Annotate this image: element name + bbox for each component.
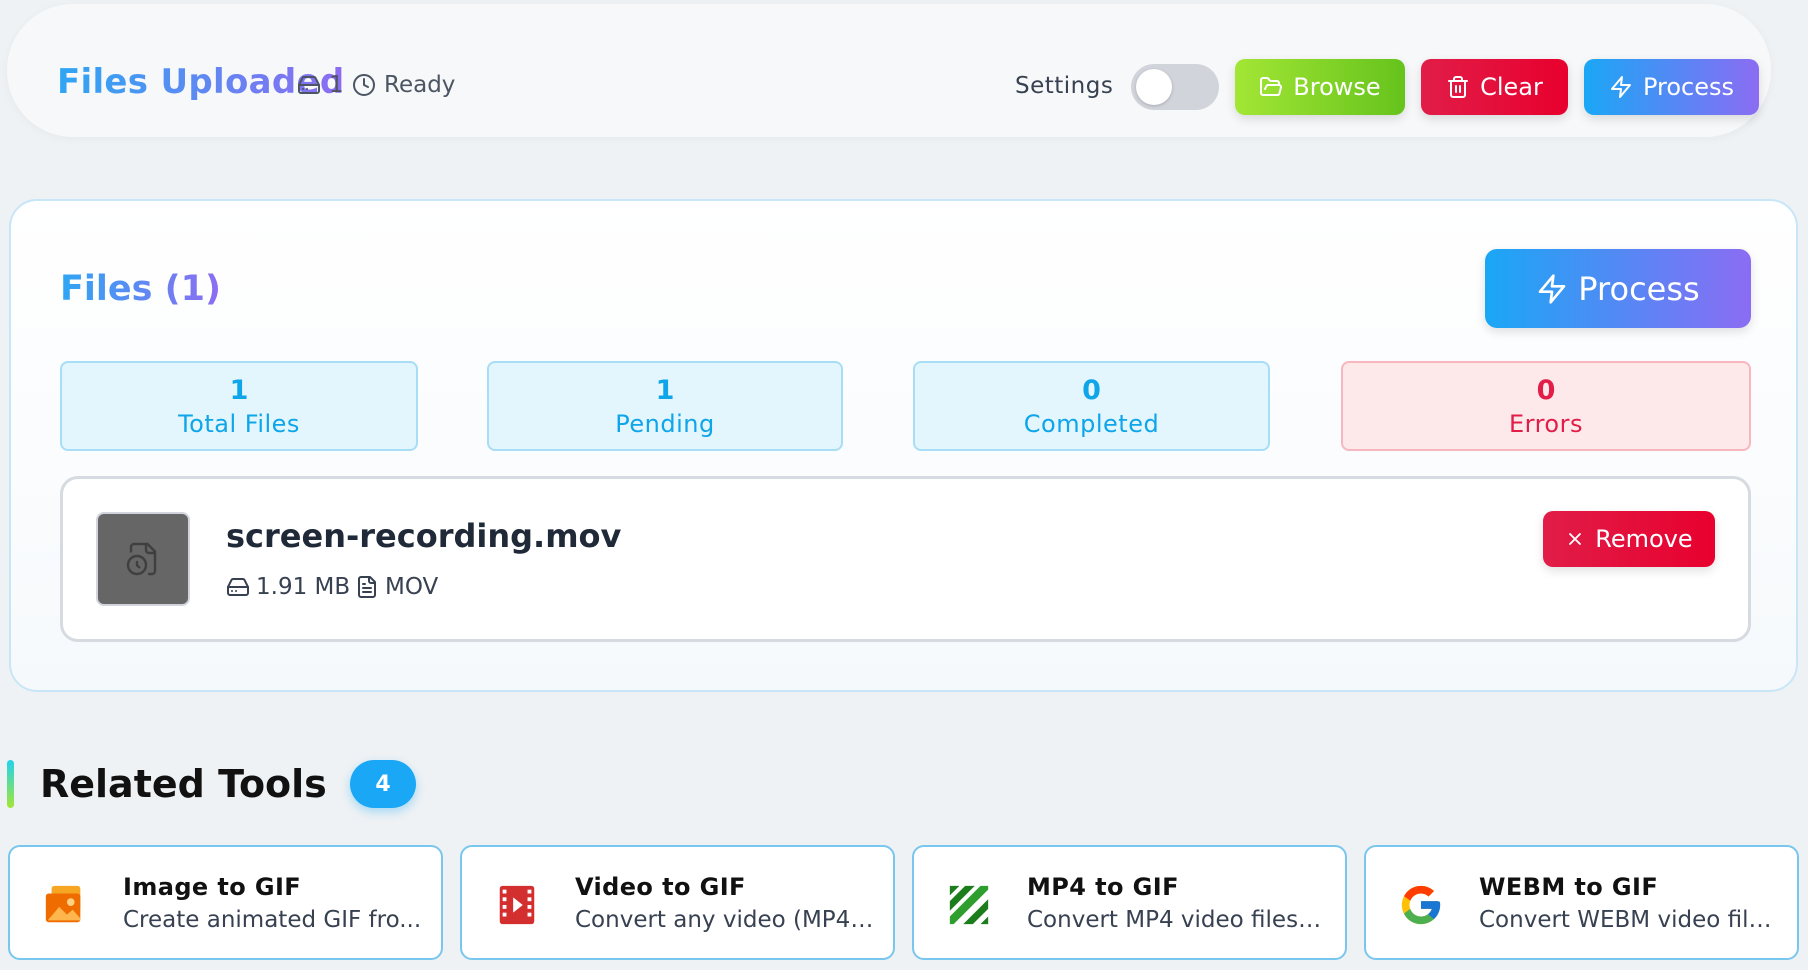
stat-value: 0 [1536,374,1556,406]
file-type-value: MOV [385,574,439,600]
stat-label: Errors [1508,409,1583,438]
trash-icon [1448,76,1469,98]
clear-button[interactable]: Clear [1421,59,1568,115]
settings-toggle[interactable] [1131,64,1219,110]
ffmpeg-icon [944,880,994,930]
stat-label: Pending [615,409,715,438]
clear-label: Clear [1480,73,1543,101]
process-button[interactable]: Process [1485,249,1751,328]
top-header: Files Uploaded 1 Ready Settings Browse C… [7,4,1771,137]
status-text: Ready [384,72,456,98]
tool-name: Video to GIF [575,873,746,901]
file-text-icon [358,576,376,598]
process-button-header[interactable]: Process [1584,59,1759,115]
clock-icon [353,74,375,96]
tool-description: Create animated GIF fro... [123,907,422,933]
file-count: 1 [297,72,344,98]
stat-pending: 1 Pending [487,361,843,451]
process-label: Process [1642,73,1735,101]
google-icon [1396,880,1446,930]
lightning-icon [1538,273,1566,304]
related-tools-title: Related Tools [40,762,327,806]
close-icon [1569,533,1582,545]
browse-button[interactable]: Browse [1235,59,1405,115]
stat-value: 1 [229,374,249,406]
tool-card-mp4-to-gif[interactable]: MP4 to GIF Convert MP4 video files t... [912,845,1347,960]
stat-value: 0 [1082,374,1101,406]
section-accent-bar [7,760,14,808]
related-count-badge: 4 [350,760,416,808]
hard-drive-icon [227,578,249,596]
files-title: Files (1) [60,269,222,309]
browse-label: Browse [1293,73,1381,101]
tool-card-video-to-gif[interactable]: Video to GIF Convert any video (MP4,... [460,845,895,960]
folder-open-icon [1260,77,1283,96]
file-type: MOV [355,574,438,600]
file-thumbnail [96,512,190,606]
file-clock-icon [126,542,157,576]
file-size: 1.91 MB [226,574,350,600]
stat-completed: 0 Completed [913,361,1270,451]
files-panel: Files (1) Process 1 Total Files 1 Pendin… [9,199,1798,692]
status-indicator: Ready [352,72,455,98]
lightning-icon [1610,76,1631,98]
stat-errors: 0 Errors [1341,361,1751,451]
tool-description: Convert any video (MP4,... [575,907,875,933]
tool-name: Image to GIF [123,873,302,901]
process-label: Process [1578,269,1700,308]
image-icon [40,880,90,930]
stat-label: Total Files [178,409,300,438]
tool-name: WEBM to GIF [1479,873,1659,901]
tool-card-image-to-gif[interactable]: Image to GIF Create animated GIF fro... [8,845,443,960]
tool-name: MP4 to GIF [1027,873,1179,901]
settings-label: Settings [1015,73,1114,99]
file-size-value: 1.91 MB [256,574,351,600]
file-count-value: 1 [329,72,344,98]
toggle-knob [1136,69,1172,105]
tool-card-webm-to-gif[interactable]: WEBM to GIF Convert WEBM video files... [1364,845,1799,960]
tool-description: Convert WEBM video files... [1479,907,1779,933]
file-name: screen-recording.mov [226,517,622,555]
hard-drive-icon [298,76,320,94]
file-item: screen-recording.mov 1.91 MB MOV Remove [60,476,1751,642]
remove-button[interactable]: Remove [1543,511,1715,567]
remove-label: Remove [1595,525,1693,553]
stat-total-files: 1 Total Files [60,361,418,451]
stat-label: Completed [1023,409,1160,438]
tool-description: Convert MP4 video files t... [1027,907,1327,933]
film-icon [492,880,542,930]
stat-value: 1 [655,374,675,406]
